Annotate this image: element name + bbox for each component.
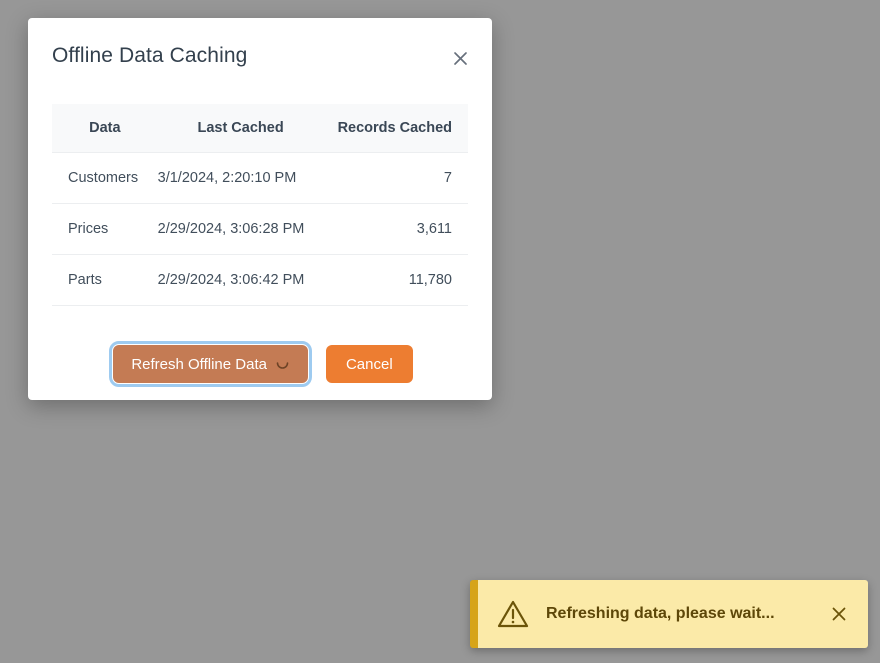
- column-header-last-cached: Last Cached: [158, 104, 324, 153]
- cell-data: Parts: [52, 255, 158, 306]
- toast-close-button[interactable]: [824, 599, 854, 629]
- cell-data: Prices: [52, 204, 158, 255]
- cache-table-body: Customers 3/1/2024, 2:20:10 PM 7 Prices …: [52, 153, 468, 306]
- cancel-label: Cancel: [346, 356, 393, 373]
- refresh-offline-data-button[interactable]: Refresh Offline Data: [113, 345, 308, 383]
- table-row: Parts 2/29/2024, 3:06:42 PM 11,780: [52, 255, 468, 306]
- toast-message: Refreshing data, please wait...: [546, 605, 824, 623]
- cell-last-cached: 2/29/2024, 3:06:28 PM: [158, 204, 324, 255]
- cache-table-head: Data Last Cached Records Cached: [52, 104, 468, 153]
- cancel-button[interactable]: Cancel: [326, 345, 413, 383]
- warning-toast: Refreshing data, please wait...: [470, 580, 868, 648]
- loading-spinner-icon: [275, 357, 290, 372]
- dialog-footer: Refresh Offline Data Cancel: [28, 328, 492, 400]
- refresh-offline-data-label: Refresh Offline Data: [131, 356, 267, 373]
- dialog-title: Offline Data Caching: [52, 44, 468, 68]
- cell-last-cached: 3/1/2024, 2:20:10 PM: [158, 153, 324, 204]
- dialog-close-button[interactable]: [444, 42, 476, 74]
- warning-triangle-icon: [496, 597, 530, 631]
- dialog-header: Offline Data Caching: [28, 18, 492, 82]
- column-header-records-cached: Records Cached: [324, 104, 468, 153]
- cache-table-header-row: Data Last Cached Records Cached: [52, 104, 468, 153]
- column-header-data: Data: [52, 104, 158, 153]
- close-icon: [830, 605, 848, 623]
- offline-data-caching-dialog: Offline Data Caching Data Last Cached Re…: [28, 18, 492, 400]
- close-icon: [452, 50, 469, 67]
- cell-last-cached: 2/29/2024, 3:06:42 PM: [158, 255, 324, 306]
- cell-records-cached: 3,611: [324, 204, 468, 255]
- table-row: Customers 3/1/2024, 2:20:10 PM 7: [52, 153, 468, 204]
- table-row: Prices 2/29/2024, 3:06:28 PM 3,611: [52, 204, 468, 255]
- offline-cache-table: Data Last Cached Records Cached Customer…: [52, 104, 468, 306]
- cell-data: Customers: [52, 153, 158, 204]
- cell-records-cached: 7: [324, 153, 468, 204]
- cell-records-cached: 11,780: [324, 255, 468, 306]
